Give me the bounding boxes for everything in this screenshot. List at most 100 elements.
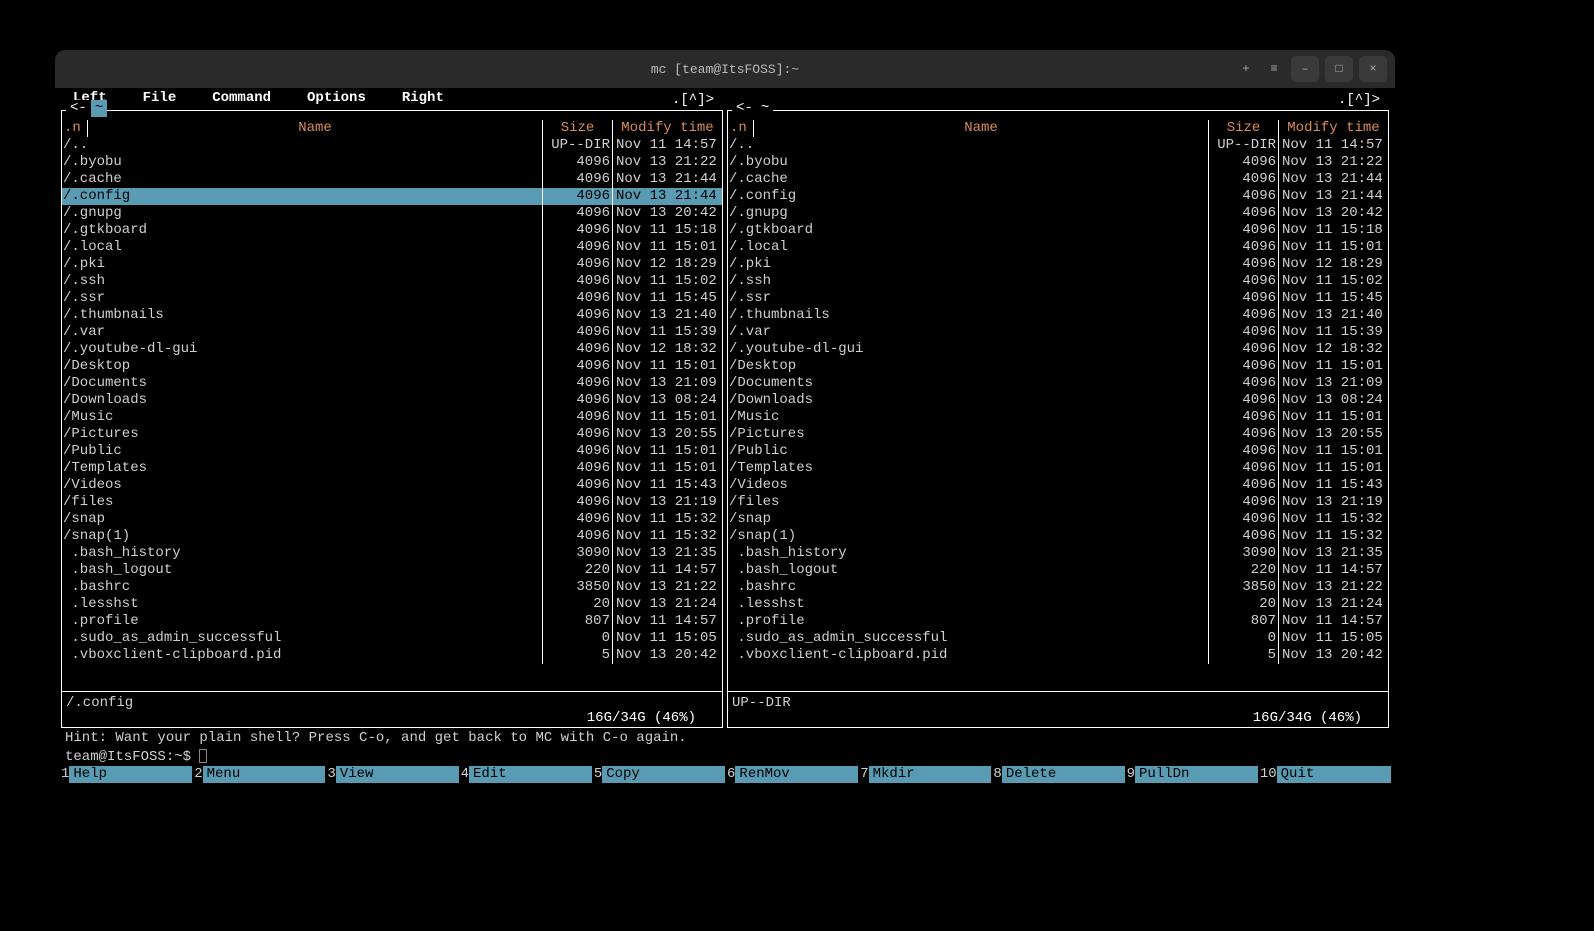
maximize-button[interactable]: □ [1325,56,1353,82]
hint-line: Hint: Want your plain shell? Press C-o, … [59,728,1391,749]
file-row[interactable]: .vboxclient-clipboard.pid5Nov 13 20:42 [728,647,1388,664]
file-row[interactable]: /.youtube-dl-gui4096Nov 12 18:32 [62,341,722,358]
col-size[interactable]: Size [1208,120,1278,137]
col-size[interactable]: Size [542,120,612,137]
file-row[interactable]: /files4096Nov 13 21:19 [62,494,722,511]
file-row[interactable]: /Downloads4096Nov 13 08:24 [728,392,1388,409]
file-row[interactable]: .profile807Nov 11 14:57 [728,613,1388,630]
file-row[interactable]: /.config4096Nov 13 21:44 [728,188,1388,205]
shell-prompt[interactable]: team@ItsFOSS:~$ [59,749,1391,766]
fnkey-view[interactable]: 3View [325,766,458,783]
fnkey-renmov[interactable]: 6RenMov [725,766,858,783]
col-name[interactable]: Name [754,120,1208,137]
file-row[interactable]: /snap(1)4096Nov 11 15:32 [62,528,722,545]
file-row[interactable]: .sudo_as_admin_successful0Nov 11 15:05 [728,630,1388,647]
file-row[interactable]: /..UP--DIRNov 11 14:57 [62,137,722,154]
file-row[interactable]: .bashrc3850Nov 13 21:22 [62,579,722,596]
file-row[interactable]: /.var4096Nov 11 15:39 [728,324,1388,341]
file-row[interactable]: /.cache4096Nov 13 21:44 [728,171,1388,188]
file-row[interactable]: /.byobu4096Nov 13 21:22 [62,154,722,171]
col-time[interactable]: Modify time [1278,120,1388,137]
file-row[interactable]: /snap4096Nov 11 15:32 [62,511,722,528]
col-time[interactable]: Modify time [612,120,722,137]
file-size: 4096 [542,375,612,392]
file-time: Nov 11 14:57 [612,562,722,579]
file-row[interactable]: /Desktop4096Nov 11 15:01 [62,358,722,375]
file-size: 4096 [1208,375,1278,392]
file-row[interactable]: /Desktop4096Nov 11 15:01 [728,358,1388,375]
file-row[interactable]: .bashrc3850Nov 13 21:22 [728,579,1388,596]
panel-left-updown[interactable]: .[^]> [670,92,716,109]
file-row[interactable]: .bash_logout220Nov 11 14:57 [728,562,1388,579]
fnkey-delete[interactable]: 8Delete [991,766,1124,783]
file-row[interactable]: /Music4096Nov 11 15:01 [62,409,722,426]
file-row[interactable]: .profile807Nov 11 14:57 [62,613,722,630]
file-row[interactable]: /.ssh4096Nov 11 15:02 [62,273,722,290]
file-row[interactable]: /Pictures4096Nov 13 20:55 [728,426,1388,443]
panel-right-updown[interactable]: .[^]> [1336,92,1382,109]
file-row[interactable]: /.cache4096Nov 13 21:44 [62,171,722,188]
panel-right-path[interactable]: ~ [757,100,773,117]
file-row[interactable]: /.ssh4096Nov 11 15:02 [728,273,1388,290]
new-tab-button[interactable]: + [1235,56,1257,82]
fnkey-pulldn[interactable]: 9PullDn [1125,766,1258,783]
file-row[interactable]: /Templates4096Nov 11 15:01 [728,460,1388,477]
fnkey-copy[interactable]: 5Copy [592,766,725,783]
file-row[interactable]: /.local4096Nov 11 15:01 [62,239,722,256]
file-row[interactable]: /.var4096Nov 11 15:39 [62,324,722,341]
file-row[interactable]: /..UP--DIRNov 11 14:57 [728,137,1388,154]
file-row[interactable]: /.gnupg4096Nov 13 20:42 [728,205,1388,222]
file-row[interactable]: .lesshst20Nov 13 21:24 [728,596,1388,613]
file-row[interactable]: /.byobu4096Nov 13 21:22 [728,154,1388,171]
file-row[interactable]: /Pictures4096Nov 13 20:55 [62,426,722,443]
file-row[interactable]: /Downloads4096Nov 13 08:24 [62,392,722,409]
fnkey-menu[interactable]: 2Menu [192,766,325,783]
file-row[interactable]: .bash_history3090Nov 13 21:35 [62,545,722,562]
panel-right-filelist[interactable]: /..UP--DIRNov 11 14:57/.byobu4096Nov 13 … [728,137,1388,691]
file-size: 3090 [542,545,612,562]
file-size: 0 [1208,630,1278,647]
file-time: Nov 13 21:40 [1278,307,1388,324]
file-row[interactable]: /.pki4096Nov 12 18:29 [62,256,722,273]
menu-button[interactable]: ≡ [1263,56,1285,82]
close-button[interactable]: × [1359,56,1387,82]
panel-left-path[interactable]: ~ [91,100,107,117]
file-row[interactable]: /.thumbnails4096Nov 13 21:40 [62,307,722,324]
file-time: Nov 12 18:29 [1278,256,1388,273]
minimize-button[interactable]: – [1291,56,1319,82]
file-row[interactable]: /.ssr4096Nov 11 15:45 [728,290,1388,307]
file-row[interactable]: /Public4096Nov 11 15:01 [728,443,1388,460]
fnkey-mkdir[interactable]: 7Mkdir [858,766,991,783]
file-row[interactable]: /files4096Nov 13 21:19 [728,494,1388,511]
fnkey-edit[interactable]: 4Edit [459,766,592,783]
file-row[interactable]: /Videos4096Nov 11 15:43 [62,477,722,494]
file-row[interactable]: /Music4096Nov 11 15:01 [728,409,1388,426]
file-row[interactable]: /.gnupg4096Nov 13 20:42 [62,205,722,222]
file-row[interactable]: /Documents4096Nov 13 21:09 [728,375,1388,392]
file-row[interactable]: /Documents4096Nov 13 21:09 [62,375,722,392]
col-name[interactable]: Name [88,120,542,137]
file-row[interactable]: .bash_logout220Nov 11 14:57 [62,562,722,579]
file-row[interactable]: /Public4096Nov 11 15:01 [62,443,722,460]
file-row[interactable]: .sudo_as_admin_successful0Nov 11 15:05 [62,630,722,647]
fnkey-quit[interactable]: 10Quit [1258,766,1391,783]
file-row[interactable]: /Videos4096Nov 11 15:43 [728,477,1388,494]
file-row[interactable]: /.youtube-dl-gui4096Nov 12 18:32 [728,341,1388,358]
file-row[interactable]: .bash_history3090Nov 13 21:35 [728,545,1388,562]
file-row[interactable]: /snap(1)4096Nov 11 15:32 [728,528,1388,545]
file-name: /snap [62,511,542,528]
file-row[interactable]: .lesshst20Nov 13 21:24 [62,596,722,613]
file-row[interactable]: /.local4096Nov 11 15:01 [728,239,1388,256]
panel-left-filelist[interactable]: /..UP--DIRNov 11 14:57/.byobu4096Nov 13 … [62,137,722,691]
file-row[interactable]: /.config4096Nov 13 21:44 [62,188,722,205]
file-row[interactable]: /.ssr4096Nov 11 15:45 [62,290,722,307]
file-row[interactable]: /.gtkboard4096Nov 11 15:18 [728,222,1388,239]
file-row[interactable]: /.thumbnails4096Nov 13 21:40 [728,307,1388,324]
file-row[interactable]: /Templates4096Nov 11 15:01 [62,460,722,477]
file-row[interactable]: .vboxclient-clipboard.pid5Nov 13 20:42 [62,647,722,664]
file-row[interactable]: /.gtkboard4096Nov 11 15:18 [62,222,722,239]
file-row[interactable]: /snap4096Nov 11 15:32 [728,511,1388,528]
file-row[interactable]: /.pki4096Nov 12 18:29 [728,256,1388,273]
fnkey-help[interactable]: 1Help [59,766,192,783]
file-time: Nov 13 20:42 [612,647,722,664]
